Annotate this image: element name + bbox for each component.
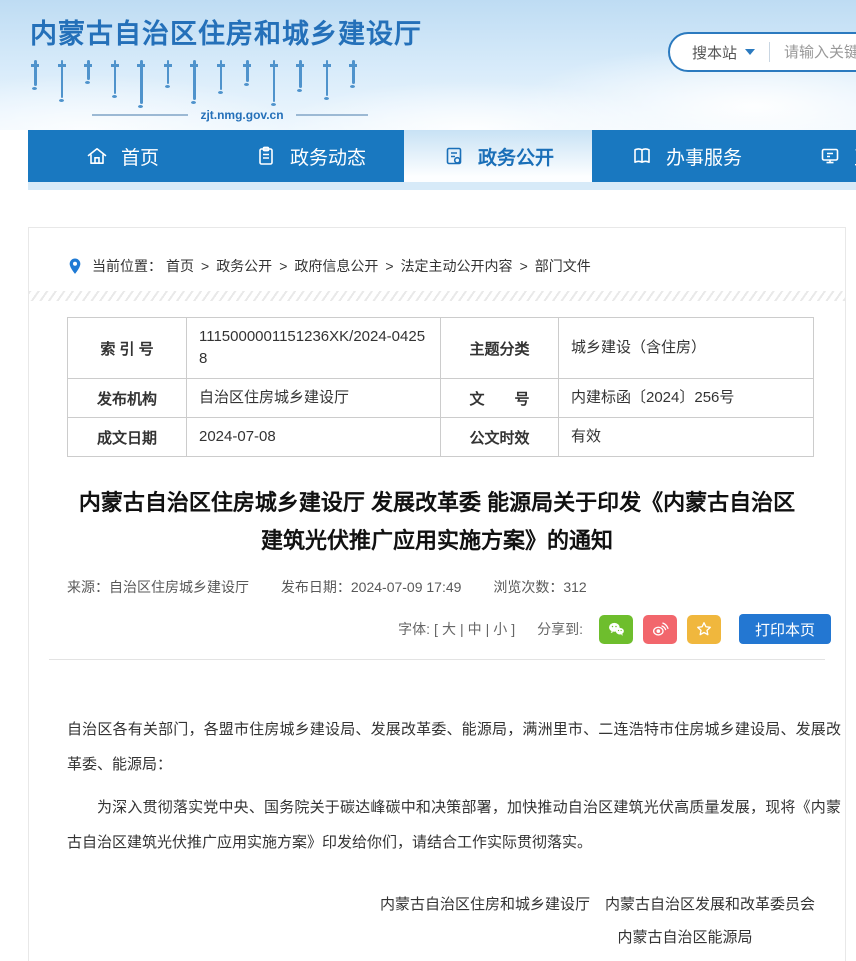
meta-value-doc-number: 内建标函〔2024〕256号: [559, 379, 814, 418]
nav-understrip: [28, 182, 856, 190]
nav-item-interaction[interactable]: 互动交流: [780, 130, 856, 182]
hatched-divider: [29, 291, 845, 301]
location-pin-icon: [67, 257, 83, 276]
clipboard-icon: [254, 144, 278, 168]
nav-item-public-disclosure[interactable]: 政务公开: [404, 130, 592, 182]
breadcrumb-separator: >: [385, 258, 393, 274]
meta-label-written-date: 成文日期: [68, 418, 187, 457]
table-row: 索 引 号 1115000001151236XK/2024-04258 主题分类…: [68, 318, 814, 379]
book-icon: [630, 144, 654, 168]
document-meta-table: 索 引 号 1115000001151236XK/2024-04258 主题分类…: [67, 317, 814, 457]
meta-value-index: 1115000001151236XK/2024-04258: [187, 318, 441, 379]
article-paragraph: 为深入贯彻落实党中央、国务院关于碳达峰碳中和决策部署，加快推动自治区建筑光伏高质…: [67, 790, 841, 860]
font-size-small-button[interactable]: 小: [493, 619, 507, 639]
content-card: 当前位置： 首页 > 政务公开 > 政府信息公开 > 法定主动公开内容 > 部门…: [28, 227, 846, 961]
search-scope-dropdown[interactable]: 搜本站: [692, 42, 755, 63]
article-body: 自治区各有关部门，各盟市住房城乡建设局、发展改革委、能源局，满洲里市、二连浩特市…: [29, 660, 845, 860]
chevron-down-icon: [745, 49, 755, 55]
meta-value-category: 城乡建设（含住房）: [559, 318, 814, 379]
search-divider: [769, 42, 770, 62]
breadcrumb-separator: >: [279, 258, 287, 274]
nav-item-label: 政务动态: [290, 143, 366, 170]
page-title: 内蒙古自治区住房城乡建设厅 发展改革委 能源局关于印发《内蒙古自治区建筑光伏推广…: [72, 484, 802, 560]
meta-label-category: 主题分类: [441, 318, 559, 379]
article-view-count: 浏览次数：312: [493, 579, 586, 595]
nav-item-label: 首页: [121, 143, 159, 170]
search-scope-label: 搜本站: [692, 42, 737, 63]
article-paragraph: 自治区各有关部门，各盟市住房城乡建设局、发展改革委、能源局，满洲里市、二连浩特市…: [67, 712, 841, 782]
wechat-icon: [606, 619, 626, 639]
site-title: 内蒙古自治区住房和城乡建设厅: [30, 12, 430, 51]
breadcrumb-separator: >: [201, 258, 209, 274]
nav-item-label: 办事服务: [666, 143, 742, 170]
monitor-chat-icon: [818, 144, 842, 168]
site-url: zjt.nmg.gov.cn: [30, 108, 430, 122]
separator: |: [460, 621, 464, 637]
site-header: 内蒙古自治区住房和城乡建设厅 zjt.nmg.gov.cn 搜本站: [0, 0, 856, 130]
meta-value-agency: 自治区住房城乡建设厅: [187, 379, 441, 418]
font-size-large-button[interactable]: 大: [442, 619, 456, 639]
font-size-medium-button[interactable]: 中: [468, 619, 482, 639]
breadcrumb-separator: >: [520, 258, 528, 274]
signature-block: 内蒙古自治区住房和城乡建设厅 内蒙古自治区发展和改革委员会 内蒙古自治区能源局 …: [29, 888, 845, 961]
meta-value-validity: 有效: [559, 418, 814, 457]
separator: |: [486, 621, 490, 637]
signature-organizations: 内蒙古自治区住房和城乡建设厅 内蒙古自治区发展和改革委员会: [29, 888, 845, 921]
bracket: ]: [511, 621, 515, 637]
document-seal-icon: [442, 144, 466, 168]
nav-item-news[interactable]: 政务动态: [216, 130, 404, 182]
search-box: 搜本站: [668, 32, 856, 72]
share-favorite-button[interactable]: [687, 615, 721, 644]
bracket: [: [434, 621, 438, 637]
font-size-widget: 字体: [ 大 | 中 | 小 ]: [398, 619, 515, 639]
nav-item-services[interactable]: 办事服务: [592, 130, 780, 182]
mongolian-script-decoration: [34, 60, 430, 106]
meta-value-written-date: 2024-07-08: [187, 418, 441, 457]
weibo-icon: [650, 619, 670, 639]
share-weibo-button[interactable]: [643, 615, 677, 644]
print-page-button[interactable]: 打印本页: [739, 614, 831, 644]
star-icon: [694, 619, 714, 639]
breadcrumb-item-home[interactable]: 首页: [166, 256, 194, 276]
breadcrumb-item-gov-info[interactable]: 政府信息公开: [294, 256, 378, 276]
table-row: 发布机构 自治区住房城乡建设厅 文 号 内建标函〔2024〕256号: [68, 379, 814, 418]
main-nav: 首页 政务动态 政务公开 办事服务 互动交流: [28, 130, 856, 182]
breadcrumb-item-statutory[interactable]: 法定主动公开内容: [401, 256, 513, 276]
share-wechat-button[interactable]: [599, 615, 633, 644]
share-label: 分享到:: [537, 619, 583, 639]
breadcrumb-item-dept-files[interactable]: 部门文件: [535, 256, 591, 276]
meta-label-doc-number: 文 号: [441, 379, 559, 418]
breadcrumb-item-disclosure[interactable]: 政务公开: [216, 256, 272, 276]
article-publish-date: 发布日期：2024-07-09 17:49: [281, 579, 462, 595]
meta-label-validity: 公文时效: [441, 418, 559, 457]
breadcrumb-label: 当前位置：: [92, 256, 162, 276]
nav-item-home[interactable]: 首页: [28, 130, 216, 182]
nav-item-label: 政务公开: [478, 143, 554, 170]
article-meta: 来源：自治区住房城乡建设厅 发布日期：2024-07-09 17:49 浏览次数…: [67, 577, 845, 597]
article-toolbar: 字体: [ 大 | 中 | 小 ] 分享到:: [29, 614, 845, 644]
font-size-label: 字体:: [398, 619, 430, 639]
breadcrumb: 当前位置： 首页 > 政务公开 > 政府信息公开 > 法定主动公开内容 > 部门…: [29, 228, 845, 276]
search-input[interactable]: [784, 44, 856, 61]
site-logo-block: 内蒙古自治区住房和城乡建设厅 zjt.nmg.gov.cn: [30, 12, 430, 122]
article-source: 来源：自治区住房城乡建设厅: [67, 579, 249, 595]
signature-energy-bureau: 内蒙古自治区能源局: [525, 921, 845, 954]
meta-label-index: 索 引 号: [68, 318, 187, 379]
signature-date: 2024年7月8日: [525, 954, 845, 961]
table-row: 成文日期 2024-07-08 公文时效 有效: [68, 418, 814, 457]
meta-label-agency: 发布机构: [68, 379, 187, 418]
home-icon: [85, 144, 109, 168]
